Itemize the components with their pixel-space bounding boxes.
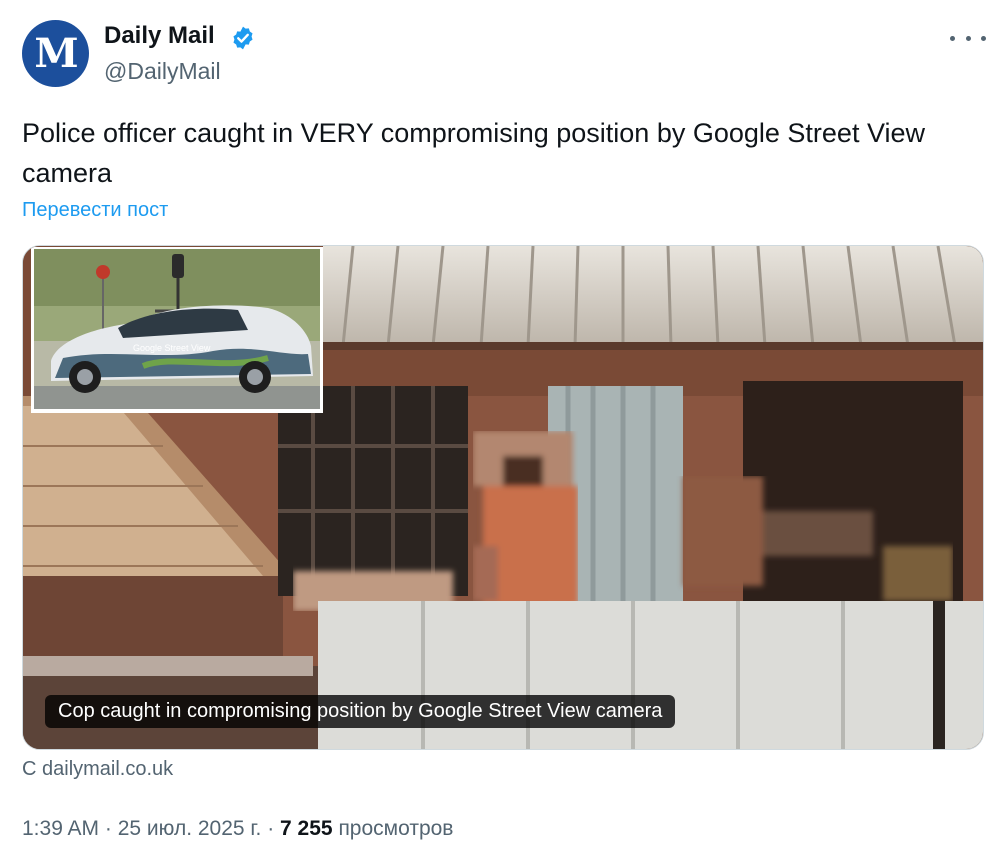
- media-caption: Cop caught in compromising position by G…: [45, 695, 676, 728]
- post-time[interactable]: 1:39 AM: [22, 817, 99, 840]
- dot: [981, 35, 986, 41]
- post-date[interactable]: 25 июл. 2025 г.: [118, 817, 262, 840]
- daily-mail-logo-icon: M: [34, 29, 78, 77]
- avatar[interactable]: M: [22, 20, 89, 87]
- tweet-text: Police officer caught in VERY compromisi…: [22, 118, 925, 188]
- meta-separator: ·: [99, 817, 118, 840]
- account-handle[interactable]: @DailyMail: [104, 58, 221, 85]
- tweet: M Daily Mail @DailyMail Police officer c…: [0, 0, 1002, 862]
- views-label: просмотров: [338, 817, 454, 840]
- display-name[interactable]: Daily Mail: [104, 22, 215, 50]
- meta-separator: ·: [261, 817, 281, 840]
- more-dots-icon[interactable]: [950, 24, 986, 52]
- inset-car-logo-text: Google Street View: [133, 343, 211, 353]
- verified-badge-icon: [233, 26, 253, 50]
- dot: [950, 35, 955, 41]
- tweet-meta: 1:39 AM · 25 июл. 2025 г. · 7 255 просмо…: [22, 817, 453, 841]
- tweet-media[interactable]: Google Street View Cop caught in comprom…: [22, 245, 984, 750]
- translate-post-link[interactable]: Перевести пост: [22, 199, 168, 222]
- source-link[interactable]: С dailymail.co.uk: [22, 758, 173, 781]
- views-count: 7 255: [280, 817, 333, 840]
- dot: [965, 35, 971, 41]
- street-view-photo: Google Street View: [23, 246, 983, 749]
